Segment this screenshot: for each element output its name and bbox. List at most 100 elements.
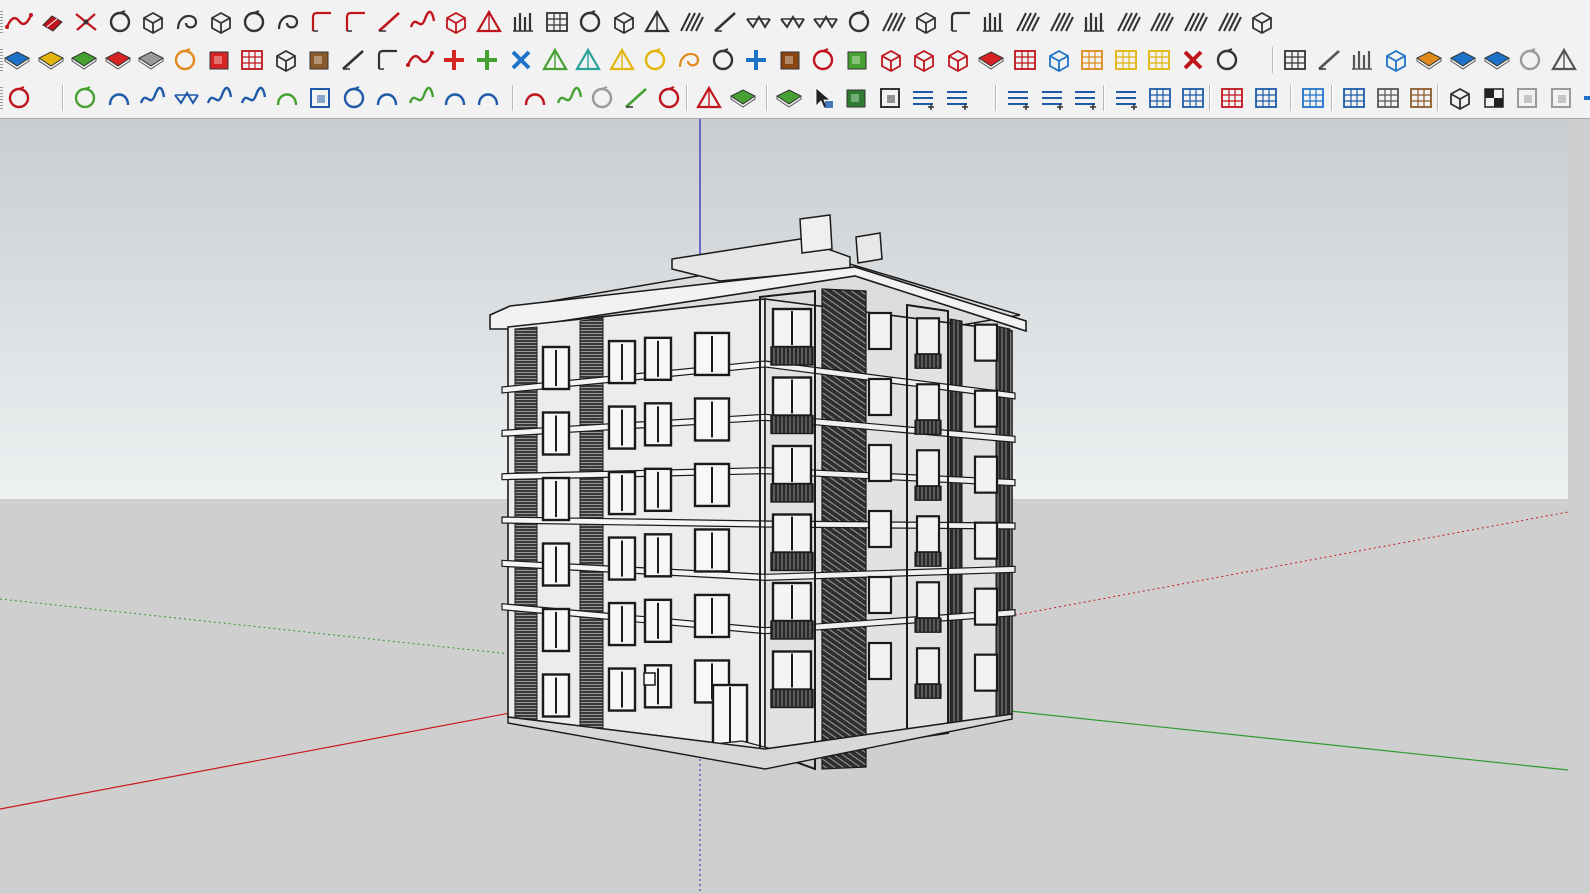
book-icon[interactable] — [728, 83, 758, 113]
curve-a-icon[interactable] — [238, 83, 268, 113]
divide-a-icon[interactable] — [1037, 83, 1067, 113]
cone-green-icon[interactable] — [540, 45, 570, 75]
cone-yellow-icon[interactable] — [607, 45, 637, 75]
tile-c-icon[interactable] — [1144, 45, 1174, 75]
cross-blue-icon[interactable] — [506, 45, 536, 75]
roof-tiles-icon[interactable] — [1406, 83, 1436, 113]
roof-truss-icon[interactable] — [1113, 7, 1143, 37]
frame-icon[interactable] — [1214, 7, 1244, 37]
apartment-building-model[interactable] — [489, 214, 1027, 771]
divide-minus-icon[interactable] — [1111, 83, 1141, 113]
wrench-icon[interactable] — [621, 83, 651, 113]
crate-icon[interactable] — [304, 45, 334, 75]
flag-icon[interactable] — [271, 45, 301, 75]
hook-icon[interactable] — [440, 83, 470, 113]
cone-teal-icon[interactable] — [573, 45, 603, 75]
component-b-icon[interactable] — [909, 45, 939, 75]
ellipse-icon[interactable] — [654, 83, 684, 113]
cross-red-icon[interactable] — [439, 45, 469, 75]
bucket-blue-icon[interactable] — [1448, 45, 1478, 75]
toolbar-grip[interactable] — [0, 87, 3, 109]
slat-icon[interactable] — [1046, 7, 1076, 37]
checker-icon[interactable] — [1479, 83, 1509, 113]
tile-a-icon[interactable] — [1077, 45, 1107, 75]
skin-icon[interactable] — [172, 7, 202, 37]
chamfer-icon[interactable] — [340, 7, 370, 37]
extend-icon[interactable] — [374, 7, 404, 37]
cladding-icon[interactable] — [1180, 7, 1210, 37]
lasso-icon[interactable] — [4, 83, 34, 113]
nurbs-icon[interactable] — [204, 83, 234, 113]
roof-icon[interactable] — [878, 7, 908, 37]
align-minus-icon[interactable] — [1003, 83, 1033, 113]
section-icon[interactable] — [474, 7, 504, 37]
grid-red-icon[interactable] — [237, 45, 267, 75]
undo-icon[interactable] — [808, 45, 838, 75]
curviloft-icon[interactable] — [138, 7, 168, 37]
beam-icon[interactable] — [777, 7, 807, 37]
window-icon[interactable] — [609, 7, 639, 37]
cylinder-icon[interactable] — [775, 45, 805, 75]
door-icon[interactable] — [642, 7, 672, 37]
truss-icon[interactable] — [743, 7, 773, 37]
scale-dark-icon[interactable] — [875, 83, 905, 113]
scale-green-icon[interactable] — [841, 83, 871, 113]
copy-icon[interactable] — [1512, 83, 1542, 113]
align-plus-icon[interactable] — [942, 83, 972, 113]
tile-b-icon[interactable] — [1111, 45, 1141, 75]
bucket-orange-icon[interactable] — [1414, 45, 1444, 75]
arc-d-icon[interactable] — [473, 83, 503, 113]
offset-icon[interactable] — [372, 45, 402, 75]
pencil-icon[interactable] — [1314, 45, 1344, 75]
balance-icon[interactable] — [1549, 45, 1579, 75]
spiral-icon[interactable] — [674, 45, 704, 75]
spline-icon[interactable] — [137, 83, 167, 113]
stairs-icon[interactable] — [542, 7, 572, 37]
push-red-icon[interactable] — [204, 45, 234, 75]
dome-dark-icon[interactable] — [1445, 83, 1475, 113]
toolbar-grip[interactable] — [0, 11, 3, 33]
spiral-blue-icon[interactable] — [339, 83, 369, 113]
mesh-icon[interactable] — [441, 7, 471, 37]
helix-icon[interactable] — [640, 45, 670, 75]
arc-red-icon[interactable] — [520, 83, 550, 113]
plane-outline-icon[interactable] — [136, 45, 166, 75]
curtain-wall-icon[interactable] — [1373, 83, 1403, 113]
curve-green-icon[interactable] — [554, 83, 584, 113]
arc-b-icon[interactable] — [372, 83, 402, 113]
paste-icon[interactable] — [1546, 83, 1576, 113]
table-blue-icon[interactable] — [1298, 83, 1328, 113]
shingles-icon[interactable] — [1146, 7, 1176, 37]
trim-icon[interactable] — [407, 7, 437, 37]
dome-icon[interactable] — [844, 7, 874, 37]
plane-red-icon[interactable] — [103, 45, 133, 75]
extrude-along-path-icon[interactable] — [273, 7, 303, 37]
rectangle-icon[interactable] — [305, 83, 335, 113]
arc-green-icon[interactable] — [272, 83, 302, 113]
arc-c-icon[interactable] — [406, 83, 436, 113]
sphere-wire-icon[interactable] — [70, 83, 100, 113]
gem-icon[interactable] — [976, 45, 1006, 75]
circle-points-icon[interactable] — [1212, 45, 1242, 75]
fillet-icon[interactable] — [306, 7, 336, 37]
rotate-orange-icon[interactable] — [170, 45, 200, 75]
align-left-icon[interactable] — [908, 83, 938, 113]
polyline-icon[interactable] — [405, 45, 435, 75]
stair-icon[interactable] — [945, 7, 975, 37]
sandbox-icon[interactable] — [1381, 45, 1411, 75]
plane-blue-icon[interactable] — [2, 45, 32, 75]
railing-icon[interactable] — [1012, 7, 1042, 37]
weld-lines-icon[interactable] — [71, 7, 101, 37]
sector-icon[interactable] — [694, 83, 724, 113]
array-icon[interactable] — [1010, 45, 1040, 75]
puzzle-icon[interactable] — [842, 45, 872, 75]
plane-green-icon[interactable] — [69, 45, 99, 75]
hand-icon[interactable] — [575, 7, 605, 37]
roundcorner-icon[interactable] — [239, 7, 269, 37]
arc-3pt-icon[interactable] — [104, 83, 134, 113]
rotate-icon[interactable] — [708, 45, 738, 75]
face-red-icon[interactable] — [1217, 83, 1247, 113]
loft-icon[interactable] — [105, 7, 135, 37]
panel-icon[interactable] — [1044, 45, 1074, 75]
slab-icon[interactable] — [676, 7, 706, 37]
